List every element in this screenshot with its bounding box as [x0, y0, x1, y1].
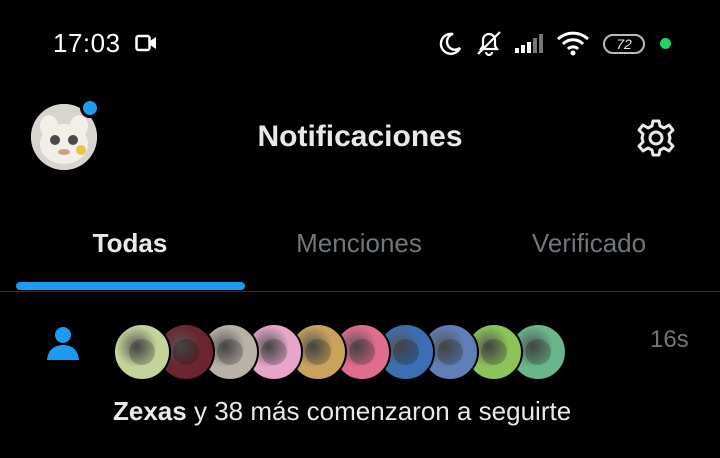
active-tab-indicator — [16, 282, 245, 290]
moon-icon — [439, 32, 462, 55]
follower-avatar-detail — [437, 339, 463, 365]
notification-username[interactable]: Zexas — [113, 396, 187, 426]
follower-avatar-detail — [129, 339, 155, 365]
tab-menciones[interactable]: Menciones — [244, 200, 474, 286]
wifi-icon — [556, 31, 590, 56]
status-clock: 17:03 — [53, 28, 121, 58]
settings-button[interactable] — [631, 113, 681, 163]
bell-off-icon — [477, 31, 501, 57]
follower-avatar-detail — [393, 339, 419, 365]
notification-message: y 38 más comenzaron a seguirte — [193, 396, 572, 426]
page-title: Notificaciones — [257, 120, 463, 153]
signal-icon — [515, 34, 543, 53]
follower-avatar-detail — [525, 339, 551, 365]
follower-avatar-detail — [173, 339, 199, 365]
follower-avatar-detail — [305, 339, 331, 365]
follower-avatar-detail — [261, 339, 287, 365]
notification-text: Zexas y 38 más comenzaron a seguirte — [113, 396, 571, 427]
follower-avatar[interactable] — [113, 323, 171, 381]
tab-todas[interactable]: Todas — [16, 200, 244, 286]
follower-avatars — [113, 323, 573, 383]
follower-avatar-detail — [481, 339, 507, 365]
notification-time: 16s — [650, 326, 689, 353]
notification-item[interactable]: 16s Zexas y 38 más comenzaron a seguirte — [0, 292, 720, 458]
status-bar: 17:03 72 — [0, 0, 720, 90]
follower-avatar-detail — [217, 339, 243, 365]
tab-bar: Todas Menciones Verificado — [0, 200, 720, 292]
battery-level: 72 — [616, 36, 632, 52]
gear-icon — [637, 119, 675, 157]
battery-icon: 72 — [603, 34, 645, 54]
person-icon — [47, 327, 79, 360]
follower-avatar-detail — [349, 339, 375, 365]
video-camera-icon — [135, 34, 156, 52]
status-dot — [660, 38, 671, 49]
notification-badge — [80, 98, 100, 118]
tab-verificado[interactable]: Verificado — [474, 200, 704, 286]
